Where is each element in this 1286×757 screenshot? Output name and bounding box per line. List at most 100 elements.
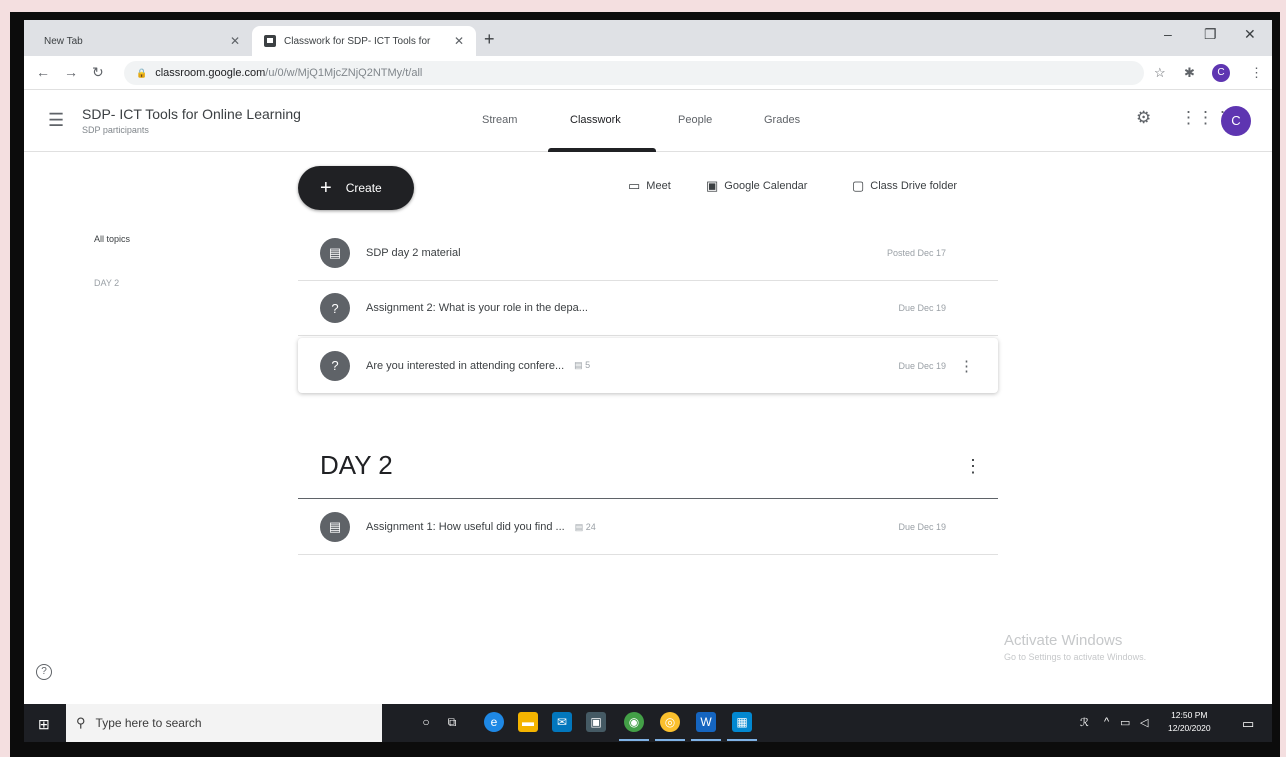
- account-avatar[interactable]: C: [1221, 106, 1251, 136]
- back-icon[interactable]: ←: [36, 64, 50, 80]
- topic-section-title: DAY 2: [320, 450, 393, 480]
- item-comment-count: ▤ 5: [574, 360, 590, 371]
- classroom-header: ☰ SDP- ICT Tools for Online Learning SDP…: [24, 90, 1272, 152]
- list-item[interactable]: ? Assignment 2: What is your role in the…: [298, 281, 998, 336]
- screen: New Tab ✕ Classwork for SDP- ICT Tools f…: [24, 20, 1272, 742]
- class-subtitle: SDP participants: [82, 125, 149, 135]
- question-icon: ?: [320, 350, 350, 381]
- calendar-icon: ▣: [706, 178, 719, 193]
- word-icon[interactable]: W: [696, 712, 716, 732]
- settings-gear-icon[interactable]: ⚙: [1136, 108, 1151, 128]
- list-item[interactable]: ▤ Assignment 1: How useful did you find …: [298, 500, 998, 555]
- topic-day-2[interactable]: DAY 2: [94, 278, 119, 288]
- item-date: Due Dec 19: [898, 522, 946, 532]
- url-bar[interactable]: 🔒 classroom.google.com/u/0/w/MjQ1MjcZNjQ…: [124, 61, 1144, 85]
- running-indicator: [691, 739, 721, 741]
- taskbar-search[interactable]: ⚲ Type here to search: [66, 704, 382, 742]
- browser-tab-new-tab[interactable]: New Tab ✕: [32, 26, 252, 56]
- plus-icon: +: [320, 177, 332, 199]
- item-title: SDP day 2 material: [366, 247, 461, 259]
- class-drive-folder-link[interactable]: ▢ Class Drive folder: [852, 178, 957, 194]
- meet-link[interactable]: ▭ Meet: [628, 178, 671, 194]
- store-icon[interactable]: ▣: [586, 712, 606, 732]
- drive-label: Class Drive folder: [870, 180, 958, 192]
- bookmark-star-icon[interactable]: ☆: [1154, 65, 1166, 81]
- comments-icon: ▤: [574, 360, 586, 370]
- classroom-favicon-icon: [264, 35, 276, 47]
- list-item[interactable]: ▤ SDP day 2 material Posted Dec 17: [298, 226, 998, 281]
- browser-app-icon[interactable]: ◉: [624, 712, 644, 732]
- file-explorer-icon[interactable]: ▬: [518, 712, 538, 732]
- search-placeholder: Type here to search: [95, 716, 202, 730]
- close-window-icon[interactable]: ✕: [1244, 26, 1256, 43]
- item-title: Assignment 2: What is your role in the d…: [366, 302, 588, 314]
- comment-count-value: 5: [585, 360, 591, 370]
- url-path: /u/0/w/MjQ1MjcZNjQ2NTMy/t/all: [265, 67, 423, 79]
- create-label: Create: [345, 181, 382, 195]
- clock-time: 12:50 PM: [1171, 710, 1208, 720]
- class-title[interactable]: SDP- ICT Tools for Online Learning: [82, 106, 301, 122]
- windows-taskbar: ⊞ ⚲ Type here to search ○ ⧉ e ▬ ✉ ▣ ◉ ◎ …: [24, 704, 1272, 742]
- tab-title: Classwork for SDP- ICT Tools for: [284, 35, 431, 47]
- close-tab-icon[interactable]: ✕: [454, 34, 464, 48]
- item-date: Posted Dec 17: [886, 248, 946, 258]
- topic-all-topics[interactable]: All topics: [94, 234, 130, 244]
- browser-tab-classwork[interactable]: Classwork for SDP- ICT Tools for ✕: [252, 26, 476, 56]
- question-icon: ?: [320, 293, 350, 323]
- main-menu-icon[interactable]: ☰: [48, 110, 64, 131]
- minimize-icon[interactable]: –: [1164, 26, 1172, 42]
- comment-count-value: 24: [585, 521, 596, 532]
- task-view-icon[interactable]: ⧉: [442, 712, 462, 732]
- item-date: Due Dec 19: [898, 303, 946, 313]
- url-host: classroom.google.com: [155, 67, 266, 79]
- google-calendar-link[interactable]: ▣ Google Calendar: [706, 178, 807, 194]
- volume-icon[interactable]: ◁: [1140, 716, 1148, 729]
- item-title: Are you interested in attending confere.…: [366, 359, 565, 372]
- photos-icon[interactable]: ▦: [732, 712, 752, 732]
- windows-start-icon[interactable]: ⊞: [38, 716, 50, 733]
- close-tab-icon[interactable]: ✕: [230, 34, 240, 48]
- notifications-icon[interactable]: ▭: [1242, 716, 1254, 732]
- edge-icon[interactable]: e: [484, 712, 504, 732]
- tab-stream[interactable]: Stream: [482, 114, 517, 126]
- watermark-line2: Go to Settings to activate Windows.: [1004, 652, 1147, 662]
- battery-icon[interactable]: ▭: [1120, 716, 1130, 729]
- browser-tab-bar: New Tab ✕ Classwork for SDP- ICT Tools f…: [24, 20, 1272, 56]
- maximize-icon[interactable]: ❐: [1204, 26, 1217, 43]
- running-indicator: [727, 739, 757, 741]
- comments-icon: ▤: [574, 521, 586, 532]
- section-divider: [298, 498, 998, 499]
- new-tab-icon[interactable]: +: [484, 29, 495, 50]
- tab-grades[interactable]: Grades: [764, 114, 800, 126]
- topic-more-options-icon[interactable]: ⋮: [964, 456, 982, 477]
- tab-classwork[interactable]: Classwork: [570, 114, 621, 126]
- forward-icon[interactable]: →: [64, 64, 78, 80]
- taskbar-clock[interactable]: 12:50 PM 12/20/2020: [1168, 709, 1211, 735]
- search-icon: ⚲: [76, 715, 86, 730]
- running-indicator: [619, 739, 649, 741]
- folder-icon: ▢: [852, 178, 865, 193]
- address-bar-row: ← → ↻ 🔒 classroom.google.com/u/0/w/MjQ1M…: [24, 56, 1272, 90]
- mail-icon[interactable]: ✉: [552, 712, 572, 732]
- tab-title: New Tab: [44, 35, 83, 47]
- reload-icon[interactable]: ↻: [92, 64, 104, 81]
- browser-profile-avatar[interactable]: C: [1212, 64, 1230, 82]
- assignment-icon: ▤: [320, 512, 350, 542]
- create-button[interactable]: + Create: [298, 166, 414, 210]
- more-options-icon[interactable]: ⋮: [959, 357, 974, 375]
- extensions-icon[interactable]: ✱: [1184, 65, 1195, 81]
- tab-people[interactable]: People: [678, 114, 712, 126]
- activate-windows-watermark: Activate Windows Go to Settings to activ…: [1004, 632, 1146, 662]
- item-title: Assignment 1: How useful did you find ..…: [366, 521, 565, 533]
- list-item[interactable]: ? Are you interested in attending confer…: [298, 338, 998, 393]
- show-hidden-icons-icon[interactable]: ^: [1104, 716, 1109, 728]
- item-date: Due Dec 19: [898, 360, 946, 371]
- lock-icon: 🔒: [136, 67, 148, 78]
- chrome-icon[interactable]: ◎: [660, 712, 680, 732]
- help-icon[interactable]: ?: [36, 664, 52, 680]
- people-tray-icon[interactable]: ℛ: [1080, 716, 1089, 729]
- cortana-icon[interactable]: ○: [416, 712, 436, 732]
- browser-menu-icon[interactable]: ⋮: [1250, 65, 1263, 81]
- meet-label: Meet: [646, 180, 671, 192]
- watermark-line1: Activate Windows: [1004, 632, 1123, 649]
